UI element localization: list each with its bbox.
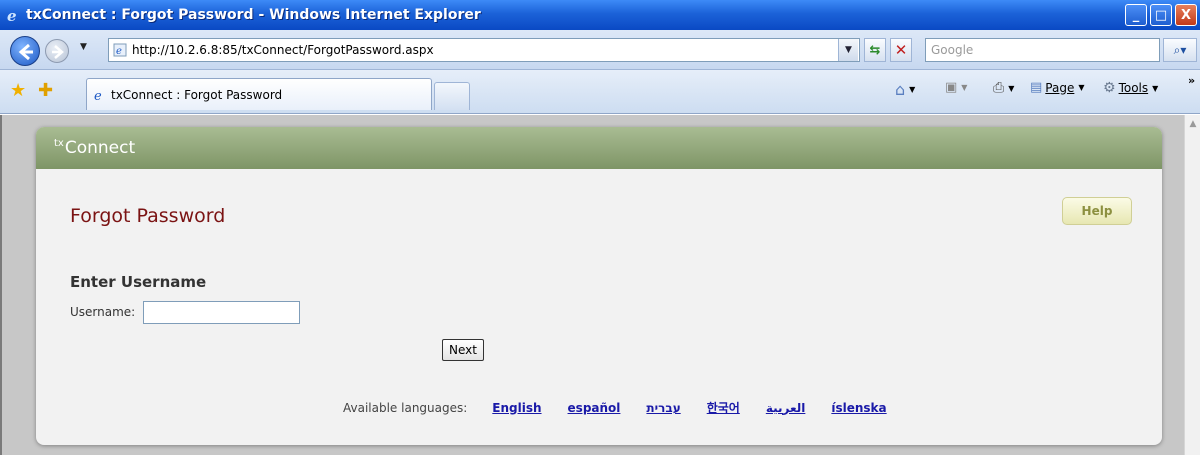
languages-label: Available languages: xyxy=(343,400,468,415)
language-link-english[interactable]: English xyxy=(492,401,541,415)
scroll-up-arrow-icon[interactable]: ▲ xyxy=(1186,117,1200,131)
search-icon: ⌕▾ xyxy=(1173,42,1187,57)
search-input[interactable]: Google xyxy=(925,38,1160,62)
new-tab-button[interactable] xyxy=(434,82,470,110)
tab-label: txConnect : Forgot Password xyxy=(111,87,283,102)
page-icon: e xyxy=(113,43,127,57)
back-arrow-icon xyxy=(18,43,33,61)
vertical-scrollbar[interactable] xyxy=(1184,115,1200,455)
language-link-korean[interactable]: 한국어 xyxy=(707,399,740,416)
maximize-button[interactable]: □ xyxy=(1150,4,1172,26)
search-button[interactable]: ⌕▾ xyxy=(1163,38,1197,62)
refresh-icon: ⇆ xyxy=(869,42,881,58)
feeds-button[interactable]: ▣ ▼ xyxy=(945,80,967,95)
content-card: txConnect Forgot Password Help Enter Use… xyxy=(36,127,1162,445)
forward-arrow-icon xyxy=(52,45,64,59)
page-menu-icon: ▤ xyxy=(1030,80,1043,95)
page-viewport: ▲ txConnect Forgot Password Help Enter U… xyxy=(0,115,1200,455)
close-button[interactable]: X xyxy=(1175,4,1197,26)
tab-bar: ★ ✚ e txConnect : Forgot Password ⌂ ▼ ▣ ▼ … xyxy=(0,70,1200,114)
page-menu[interactable]: ▤ Page ▼ xyxy=(1030,80,1085,95)
svg-text:e: e xyxy=(116,46,122,57)
logo-prefix: tx xyxy=(54,138,64,149)
username-label: Username: xyxy=(70,305,136,319)
home-icon: ⌂ xyxy=(895,80,906,99)
username-input[interactable] xyxy=(143,301,300,324)
card-header: txConnect xyxy=(36,127,1162,169)
overflow-chevron-icon[interactable]: » xyxy=(1188,74,1195,87)
help-button[interactable]: Help xyxy=(1062,197,1132,225)
txconnect-logo: txConnect xyxy=(54,138,135,158)
home-button[interactable]: ⌂ ▼ xyxy=(895,80,915,99)
language-link-arabic[interactable]: العربية xyxy=(766,401,806,415)
tab-page-icon: e xyxy=(94,89,102,102)
chevron-down-icon: ▼ xyxy=(1152,83,1159,93)
next-button[interactable]: Next xyxy=(442,339,484,361)
forward-button[interactable] xyxy=(45,39,69,63)
favorites-star-icon[interactable]: ★ xyxy=(10,80,26,101)
tools-menu-label: Tools xyxy=(1118,81,1149,95)
gear-icon: ⚙ xyxy=(1103,80,1116,96)
section-heading: Enter Username xyxy=(70,273,207,291)
language-link-icelandic[interactable]: íslenska xyxy=(831,401,886,415)
chevron-down-icon: ▼ xyxy=(1008,83,1015,93)
svg-text:e: e xyxy=(7,7,17,23)
chevron-down-icon: ▼ xyxy=(909,85,916,94)
search-placeholder: Google xyxy=(931,43,974,57)
logo-text: Connect xyxy=(64,138,136,158)
stop-icon: ✕ xyxy=(894,41,908,59)
history-dropdown-icon[interactable]: ▼ xyxy=(80,42,87,52)
address-dropdown-icon[interactable]: ▼ xyxy=(838,39,858,61)
print-button[interactable]: ⎙ ▼ xyxy=(993,80,1014,96)
navigation-bar: ▼ e http://10.2.6.8:85/txConnect/ForgotP… xyxy=(0,30,1200,70)
address-bar[interactable]: e http://10.2.6.8:85/txConnect/ForgotPas… xyxy=(108,38,860,62)
svg-text:e: e xyxy=(94,89,102,102)
refresh-button[interactable]: ⇆ xyxy=(864,38,886,62)
language-selector: Available languages: English español עבר… xyxy=(343,399,913,416)
ie-logo-icon: e xyxy=(7,7,17,23)
add-favorites-icon[interactable]: ✚ xyxy=(38,80,53,101)
window-title-bar: e txConnect : Forgot Password - Windows … xyxy=(0,0,1200,30)
chevron-down-icon: ▼ xyxy=(961,83,968,92)
printer-icon: ⎙ xyxy=(993,80,1005,96)
page-title: Forgot Password xyxy=(70,205,226,227)
page-menu-label: Page xyxy=(1045,80,1075,95)
window-title: txConnect : Forgot Password - Windows In… xyxy=(26,7,481,23)
tab-forgot-password[interactable]: e txConnect : Forgot Password xyxy=(86,78,432,110)
tools-menu[interactable]: ⚙ Tools ▼ xyxy=(1103,80,1158,96)
minimize-button[interactable]: _ xyxy=(1125,4,1147,26)
feed-icon: ▣ xyxy=(945,80,958,95)
language-link-espanol[interactable]: español xyxy=(568,401,621,415)
stop-button[interactable]: ✕ xyxy=(890,38,912,62)
back-button[interactable] xyxy=(10,36,40,66)
language-link-hebrew[interactable]: עברית xyxy=(646,401,680,415)
address-url: http://10.2.6.8:85/txConnect/ForgotPassw… xyxy=(132,43,434,57)
chevron-down-icon: ▼ xyxy=(1078,83,1085,92)
